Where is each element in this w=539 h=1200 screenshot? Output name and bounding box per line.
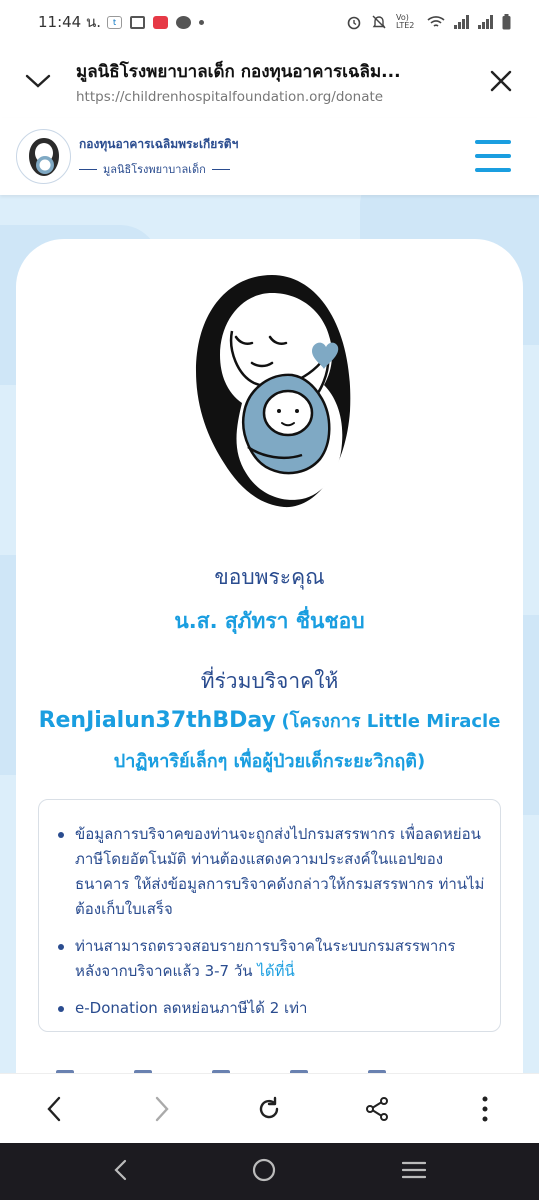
status-right: Vo) LTE2	[346, 14, 511, 30]
info-list: ข้อมูลการบริจาคของท่านจะถูกส่งไปกรมสรรพา…	[58, 822, 486, 1021]
check-here-link[interactable]: ได้ที่นี่	[257, 962, 294, 980]
chevron-down-icon	[25, 74, 51, 88]
logo-main: กองทุนอาคารเฉลิมพระเกียรติฯ	[79, 137, 239, 151]
hamburger-icon	[475, 140, 511, 144]
reload-button[interactable]	[239, 1079, 299, 1139]
tab-app-icon: t	[107, 15, 123, 29]
more-vertical-icon	[482, 1096, 488, 1121]
logo-sub: มูลนิธิโรงพยาบาลเด็ก	[103, 163, 206, 176]
collapse-button[interactable]	[0, 44, 76, 118]
net-label: Vo) LTE2	[396, 13, 415, 30]
logo-sub-row: มูลนิธิโรงพยาบาลเด็ก	[79, 160, 238, 178]
tab-info: มูลนิธิโรงพยาบาลเด็ก กองทุนอาคารเฉลิม...…	[76, 58, 463, 105]
close-icon	[490, 70, 512, 92]
mother-child-logo-icon	[28, 137, 59, 176]
alarm-icon	[347, 16, 361, 30]
thanks-heading: ขอบพระคุณ	[214, 565, 325, 589]
info-item-2: ท่านสามารถตรวจสอบรายการบริจาคในระบบกรมสร…	[58, 934, 486, 984]
share-icon	[366, 1096, 389, 1121]
thank-you-card: ขอบพระคุณ น.ส. สุภัทรา ชื่นชอบ ที่ร่วมบร…	[16, 239, 523, 1139]
share-button[interactable]	[347, 1079, 407, 1139]
system-home-button[interactable]	[252, 1158, 276, 1186]
logo-text: กองทุนอาคารเฉลิมพระเกียรติฯ มูลนิธิโรงพย…	[79, 135, 238, 178]
mute-icon	[372, 15, 386, 29]
system-nav-bar	[0, 1143, 539, 1200]
info-item-1: ข้อมูลการบริจาคของท่านจะถูกส่งไปกรมสรรพา…	[58, 822, 486, 922]
mother-child-illustration	[196, 275, 351, 508]
system-back-button[interactable]	[113, 1159, 127, 1185]
foundation-logo[interactable]	[16, 129, 71, 184]
battery-icon	[502, 14, 511, 30]
gmail-icon	[130, 15, 146, 29]
joined-text: ที่ร่วมบริจาคให้	[200, 669, 339, 693]
info-box: ข้อมูลการบริจาคของท่านจะถูกส่งไปกรมสรรพา…	[38, 799, 501, 1032]
signal-icon-1	[454, 15, 469, 29]
status-bar: 11:44 น. t Vo) LTE2	[0, 0, 539, 44]
wifi-icon	[427, 16, 445, 27]
dot-icon	[199, 19, 205, 25]
browser-toolbar: มูลนิธิโรงพยาบาลเด็ก กองทุนอาคารเฉลิม...…	[0, 44, 539, 118]
system-recents-button[interactable]	[402, 1161, 427, 1183]
system-home-icon	[253, 1158, 276, 1181]
system-recents-icon	[402, 1161, 427, 1178]
chevron-right-icon	[155, 1096, 169, 1121]
menu-button[interactable]	[475, 140, 511, 172]
tab-url[interactable]: https://childrenhospitalfoundation.org/d…	[76, 89, 463, 105]
donor-name: น.ส. สุภัทรา ชื่นชอบ	[174, 609, 365, 633]
tab-title: มูลนิธิโรงพยาบาลเด็ก กองทุนอาคารเฉลิม...	[76, 61, 401, 82]
site-header: กองทุนอาคารเฉลิมพระเกียรติฯ มูลนิธิโรงพย…	[0, 118, 539, 195]
info-item-3: e-Donation ลดหย่อนภาษีได้ 2 เท่า	[58, 996, 486, 1021]
project-name: RenJialun37thBDay (โครงการ Little Miracl…	[36, 701, 503, 782]
browser-bottom-bar	[0, 1073, 539, 1143]
forward-button[interactable]	[132, 1079, 192, 1139]
status-time: 11:44 น.	[38, 13, 102, 31]
status-app-icons: t	[107, 15, 205, 29]
reload-icon	[260, 1096, 279, 1118]
back-button[interactable]	[24, 1079, 84, 1139]
system-back-icon	[114, 1159, 126, 1180]
project-main: RenJialun37thBDay	[38, 708, 276, 733]
close-button[interactable]	[463, 44, 539, 118]
signal-icon-2	[478, 15, 493, 29]
more-options-button[interactable]	[455, 1079, 515, 1139]
chevron-left-icon	[47, 1096, 61, 1121]
red-app-icon	[153, 15, 169, 29]
line-icon	[176, 15, 192, 29]
